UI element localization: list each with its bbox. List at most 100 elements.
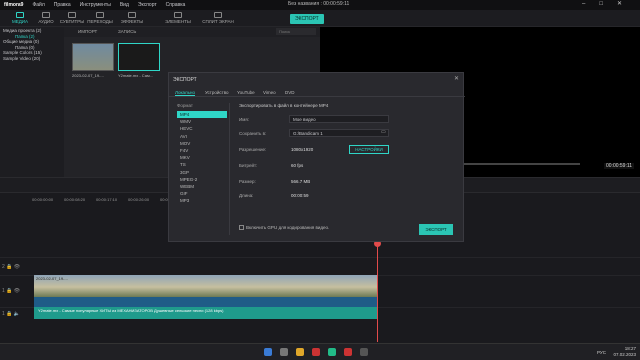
framerate-value: 60 fps bbox=[291, 163, 304, 168]
save-label: Сохранить в: bbox=[239, 131, 267, 136]
search-icon[interactable] bbox=[280, 348, 288, 356]
divider bbox=[229, 103, 230, 235]
ruler-tick: 00:00:00:00 bbox=[32, 197, 54, 202]
transitions-icon bbox=[96, 12, 104, 18]
tab-local[interactable]: Локально bbox=[175, 90, 195, 95]
audio-clip[interactable]: Y2mate.mx - Самые популярные ХИТЫ из МЕХ… bbox=[34, 307, 378, 319]
save-row: Сохранить в: G:/Bandicam 1 ▭ bbox=[239, 129, 459, 139]
duration-row: Длина: 00:00:59 bbox=[239, 193, 459, 201]
description-row: Экспортировать в файл в контейнере MP4 bbox=[239, 103, 459, 111]
close-icon[interactable]: ✕ bbox=[454, 75, 459, 82]
format-item[interactable]: 3GP bbox=[177, 169, 227, 176]
name-row: Имя: Мое видео bbox=[239, 115, 459, 125]
format-item[interactable]: MOV bbox=[177, 140, 227, 147]
taskbar: РУС 18:27 07.02.2023 bbox=[0, 343, 640, 360]
export-description: Экспортировать в файл в контейнере MP4 bbox=[239, 103, 329, 108]
track-header[interactable]: 1 🔒 🔈 bbox=[2, 311, 20, 317]
main-toolbar: МЕДИА АУДИО СУБТИТРЫ ПЕРЕХОДЫ ЭФФЕКТЫ ЭЛ… bbox=[0, 10, 640, 27]
format-item[interactable]: MP4 bbox=[177, 111, 227, 119]
format-item[interactable]: WEBM bbox=[177, 183, 227, 190]
audio-icon bbox=[42, 12, 50, 18]
export-dialog: ЭКСПОРТ ✕ Локально Устройство YouTube Vi… bbox=[168, 72, 465, 242]
format-item[interactable]: GIF bbox=[177, 190, 227, 197]
app-icon[interactable] bbox=[312, 348, 320, 356]
tab-effects[interactable]: ЭФФЕКТЫ bbox=[112, 12, 152, 24]
tab-elements[interactable]: ЭЛЕМЕНТЫ bbox=[158, 12, 198, 24]
size-row: Размер: 566.7 MB bbox=[239, 179, 459, 187]
menu-file[interactable]: Файл bbox=[32, 2, 44, 8]
framerate-row: Битрейт: 60 fps bbox=[239, 163, 459, 171]
ruler-tick: 00:00:17:10 bbox=[96, 197, 118, 202]
resolution-row: Разрешение: 1080x1920 НАСТРОЙКИ bbox=[239, 145, 459, 155]
explorer-icon[interactable] bbox=[296, 348, 304, 356]
tab-vimeo[interactable]: Vimeo bbox=[263, 90, 276, 95]
menu-export[interactable]: Экспорт bbox=[138, 2, 157, 8]
elements-icon bbox=[174, 12, 182, 18]
lang-indicator: РУС bbox=[596, 350, 606, 355]
media-thumbnail[interactable] bbox=[72, 43, 114, 71]
timeline-track: 2 🔒 👁 bbox=[0, 257, 640, 275]
tab-dvd[interactable]: DVD bbox=[285, 90, 295, 95]
media-label: 2023-02-07_19-... bbox=[72, 73, 104, 78]
titles-icon bbox=[68, 12, 76, 18]
format-list: Формат MP4 WMV HEVC AVI MOV F4V MKV TS 3… bbox=[177, 103, 227, 213]
tab-youtube[interactable]: YouTube bbox=[237, 90, 255, 95]
settings-button[interactable]: НАСТРОЙКИ bbox=[349, 145, 389, 154]
library-item[interactable]: Sample Video (20) bbox=[3, 56, 61, 62]
system-tray[interactable]: РУС 18:27 07.02.2023 bbox=[597, 346, 636, 358]
resolution-value: 1080x1920 bbox=[291, 147, 314, 152]
effects-icon bbox=[128, 12, 136, 18]
format-item[interactable]: MPEG-2 bbox=[177, 176, 227, 183]
tab-split-screen[interactable]: СПЛИТ ЭКРАН bbox=[198, 12, 238, 24]
record-button[interactable]: ЗАПИСЬ bbox=[118, 29, 136, 34]
start-icon[interactable] bbox=[264, 348, 272, 356]
app-icon[interactable] bbox=[344, 348, 352, 356]
gpu-option[interactable]: Включить GPU для кодирования видео. bbox=[239, 225, 329, 231]
dialog-export-button[interactable]: ЭКСПОРТ bbox=[419, 224, 453, 235]
menu-bar: filmora9 Файл Правка Инструменты Вид Экс… bbox=[0, 0, 640, 10]
menu-tools[interactable]: Инструменты bbox=[80, 2, 111, 8]
media-label: Y2mate.mx - Сам... bbox=[118, 73, 154, 78]
export-button[interactable]: ЭКСПОРТ bbox=[290, 14, 324, 24]
menu-view[interactable]: Вид bbox=[120, 2, 129, 8]
framerate-label: Битрейт: bbox=[239, 163, 258, 168]
format-item[interactable]: WMV bbox=[177, 118, 227, 125]
size-value: 566.7 MB bbox=[291, 179, 311, 184]
app-icon[interactable] bbox=[360, 348, 368, 356]
preview-time: 00:00:59:11 bbox=[604, 163, 635, 169]
name-input[interactable]: Мое видео bbox=[289, 115, 389, 123]
playhead[interactable] bbox=[377, 242, 378, 342]
dialog-title: ЭКСПОРТ bbox=[173, 77, 197, 83]
app-logo: filmora9 bbox=[4, 2, 24, 8]
window-title: Без названия : 00:00:59:11 bbox=[288, 1, 350, 7]
media-toolbar: ИМПОРТ ЗАПИСЬ Поиск bbox=[64, 27, 320, 37]
track-header[interactable]: 1 🔒 👁 bbox=[2, 288, 20, 294]
search-input[interactable]: Поиск bbox=[276, 28, 316, 35]
media-thumbnail[interactable] bbox=[118, 43, 160, 71]
format-item[interactable]: AVI bbox=[177, 133, 227, 140]
media-library-panel: Медиа проекта (2) Папка (2) Общие медиа … bbox=[0, 27, 64, 177]
menu-help[interactable]: Справка bbox=[166, 2, 186, 8]
split-screen-icon bbox=[214, 12, 222, 18]
gpu-checkbox[interactable] bbox=[239, 225, 244, 231]
format-item[interactable]: F4V bbox=[177, 147, 227, 154]
tab-device[interactable]: Устройство bbox=[205, 90, 229, 95]
ruler-tick: 00:00:26:00 bbox=[128, 197, 150, 202]
save-path-input[interactable]: G:/Bandicam 1 bbox=[289, 129, 389, 137]
format-item[interactable]: TS bbox=[177, 161, 227, 168]
format-item[interactable]: MKV bbox=[177, 154, 227, 161]
size-label: Размер: bbox=[239, 179, 256, 184]
resolution-label: Разрешение: bbox=[239, 147, 267, 152]
folder-icon[interactable]: ▭ bbox=[381, 129, 389, 137]
video-clip[interactable]: 2023-02-07_19-... bbox=[34, 275, 378, 297]
export-tabs: Локально Устройство YouTube Vimeo DVD bbox=[169, 89, 465, 97]
audio-waveform[interactable] bbox=[34, 297, 378, 307]
media-icon bbox=[16, 12, 24, 18]
format-item[interactable]: MP3 bbox=[177, 197, 227, 204]
track-header[interactable]: 2 🔒 👁 bbox=[2, 264, 20, 270]
menu-edit[interactable]: Правка bbox=[54, 2, 71, 8]
window-controls[interactable]: –□✕ bbox=[582, 0, 636, 7]
import-button[interactable]: ИМПОРТ bbox=[78, 29, 97, 34]
format-item[interactable]: HEVC bbox=[177, 125, 227, 132]
app-icon[interactable] bbox=[328, 348, 336, 356]
